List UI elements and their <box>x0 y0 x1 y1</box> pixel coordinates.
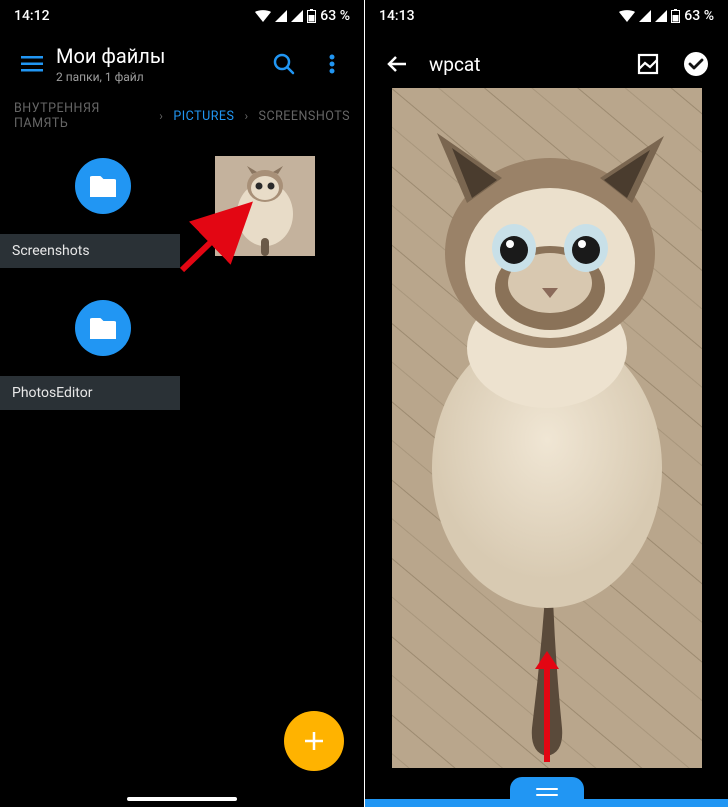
phone-right: 14:13 63 % wpcat <box>364 0 728 807</box>
image-title: wpcat <box>421 53 624 76</box>
files-grid: Screenshots <box>0 136 364 410</box>
arrow-back-icon <box>386 53 408 75</box>
signal-icon-2 <box>291 10 303 22</box>
folder-label: PhotosEditor <box>0 376 180 410</box>
cat-full-image <box>392 88 702 768</box>
battery-text: 63 % <box>684 8 714 24</box>
status-bar: 14:12 63 % <box>0 0 364 32</box>
page-subtitle: 2 папки, 1 файл <box>56 70 260 84</box>
folder-item[interactable]: Screenshots <box>20 146 185 268</box>
back-button[interactable] <box>373 40 421 88</box>
folder-item[interactable]: PhotosEditor <box>20 288 185 410</box>
crumb-pictures[interactable]: PICTURES <box>173 109 234 124</box>
menu-button[interactable] <box>8 40 56 88</box>
wallpaper-button[interactable] <box>624 40 672 88</box>
image-viewer[interactable] <box>365 88 728 807</box>
chevron-right-icon: › <box>244 109 248 123</box>
overflow-button[interactable] <box>308 40 356 88</box>
signal-icon-2 <box>655 10 667 22</box>
nav-handle[interactable] <box>127 797 237 801</box>
crumb-screenshots[interactable]: SCREENSHOTS <box>259 109 350 124</box>
wifi-icon <box>619 10 635 22</box>
crumb-root[interactable]: ВНУТРЕННЯЯ ПАМЯТЬ <box>14 101 149 131</box>
wifi-icon <box>255 10 271 22</box>
folder-label: Screenshots <box>0 234 180 268</box>
check-circle-icon <box>683 51 709 77</box>
battery-text: 63 % <box>320 8 350 24</box>
status-icons: 63 % <box>255 8 350 24</box>
battery-icon <box>671 9 680 23</box>
battery-icon <box>307 9 316 23</box>
wallpaper-icon <box>637 53 659 75</box>
cat-thumbnail-image <box>215 156 315 256</box>
file-row: PhotosEditor <box>0 288 364 410</box>
image-thumbnail[interactable] <box>215 156 315 256</box>
confirm-button[interactable] <box>672 40 720 88</box>
signal-icon <box>275 10 287 22</box>
signal-icon <box>639 10 651 22</box>
title-group: Мои файлы 2 папки, 1 файл <box>56 44 260 84</box>
plus-icon <box>302 729 326 753</box>
app-bar: Мои файлы 2 папки, 1 файл <box>0 32 364 96</box>
bottom-bar <box>365 799 728 807</box>
status-bar: 14:13 63 % <box>365 0 728 32</box>
search-button[interactable] <box>260 40 308 88</box>
file-row: Screenshots <box>0 146 364 268</box>
hamburger-icon <box>21 56 43 72</box>
page-title: Мои файлы <box>56 44 260 68</box>
status-time: 14:13 <box>379 8 415 24</box>
folder-icon <box>75 158 131 214</box>
search-icon <box>273 53 295 75</box>
fab-add[interactable] <box>284 711 344 771</box>
folder-icon <box>75 300 131 356</box>
detail-app-bar: wpcat <box>365 32 728 96</box>
breadcrumb: ВНУТРЕННЯЯ ПАМЯТЬ › PICTURES › SCREENSHO… <box>0 96 364 136</box>
drag-handle-icon <box>536 788 558 796</box>
status-icons: 63 % <box>619 8 714 24</box>
more-vert-icon <box>329 54 335 74</box>
chevron-right-icon: › <box>159 109 163 123</box>
phone-left: 14:12 63 % Мои файлы 2 папки, 1 файл ВНУ… <box>0 0 364 807</box>
status-time: 14:12 <box>14 8 50 24</box>
